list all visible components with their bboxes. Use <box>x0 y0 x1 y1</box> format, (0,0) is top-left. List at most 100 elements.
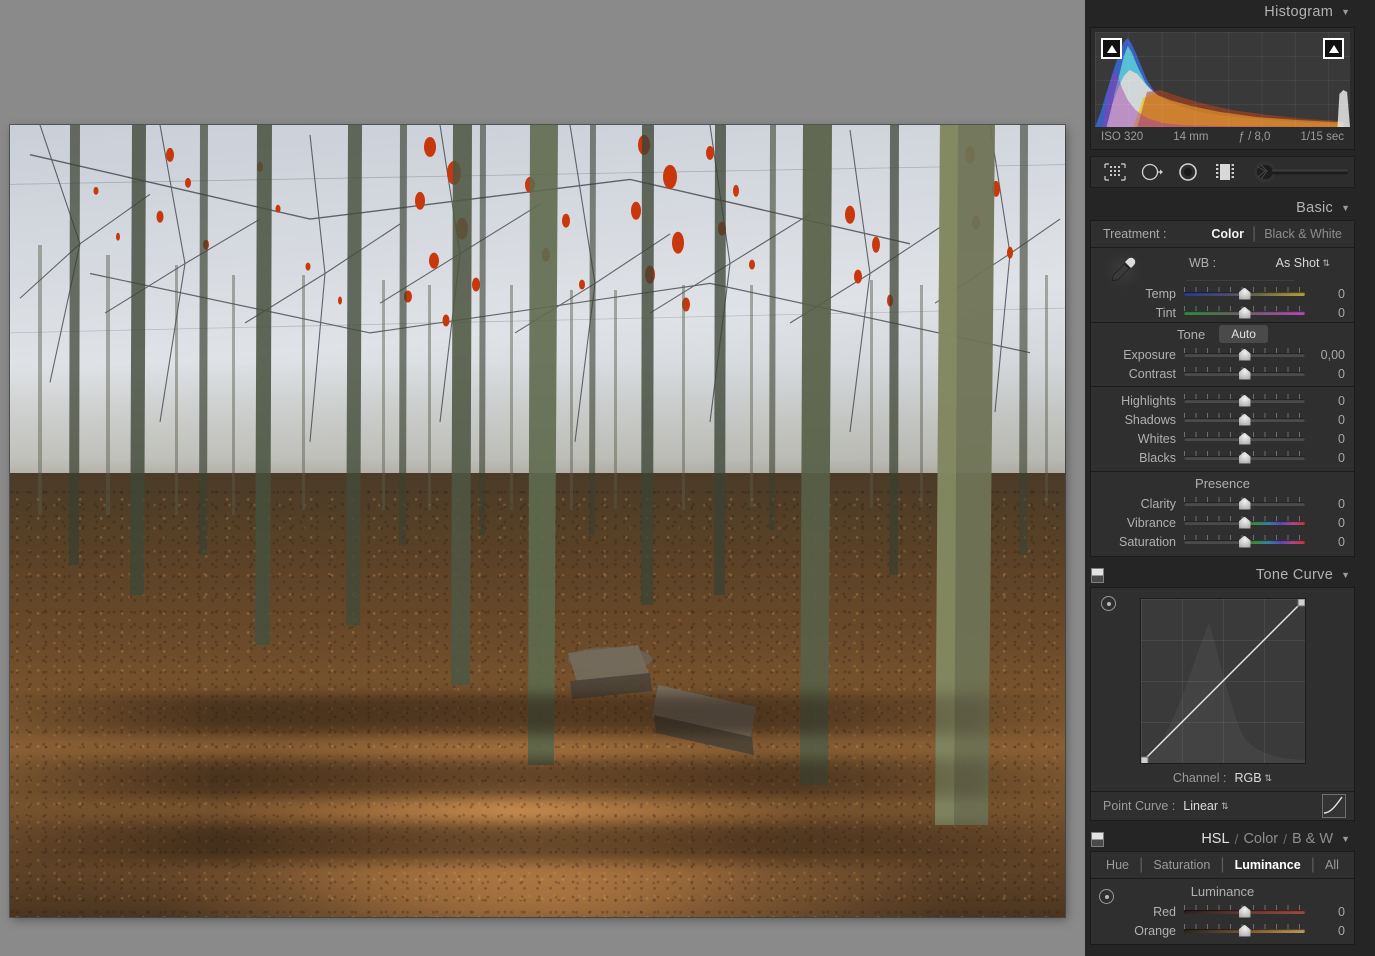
slider-track[interactable] <box>1184 451 1305 465</box>
histogram-graph[interactable] <box>1095 32 1350 127</box>
slider-track[interactable] <box>1184 516 1305 530</box>
tab-luminance[interactable]: Luminance <box>1235 858 1301 872</box>
slider-value[interactable]: 0 <box>1305 287 1354 301</box>
slider-value[interactable]: 0 <box>1305 535 1354 549</box>
hsl-segment-color[interactable]: Color <box>1243 831 1278 847</box>
point-curve-editor-icon[interactable] <box>1322 794 1346 818</box>
trunk-shapes-icon <box>10 125 1065 917</box>
hsl-segment-hsl[interactable]: HSL <box>1201 831 1229 847</box>
histogram-header[interactable]: Histogram ▼ <box>1085 0 1360 24</box>
slider-row-blacks[interactable]: Blacks 0 <box>1091 448 1354 467</box>
tone-curve-header[interactable]: Tone Curve ▼ <box>1085 563 1360 587</box>
slider-row-whites[interactable]: Whites 0 <box>1091 429 1354 448</box>
slider-track[interactable] <box>1184 432 1305 446</box>
tab-hue[interactable]: Hue <box>1106 858 1129 872</box>
auto-tone-button[interactable]: Auto <box>1219 325 1268 343</box>
slider-row-vibrance[interactable]: Vibrance 0 <box>1091 513 1354 532</box>
slider-track[interactable] <box>1184 905 1305 919</box>
point-curve-value[interactable]: Linear⇅ <box>1183 799 1228 813</box>
image-viewer-canvas[interactable] <box>0 0 1085 956</box>
slider-track[interactable] <box>1184 306 1305 320</box>
slider-row-red[interactable]: Red 0 <box>1091 902 1354 921</box>
chevron-down-icon[interactable]: ▼ <box>1341 570 1350 580</box>
slider-label: Contrast <box>1091 367 1184 381</box>
basic-header[interactable]: Basic ▼ <box>1085 196 1360 220</box>
slider-value[interactable]: 0 <box>1305 905 1354 919</box>
adjustment-brush-tool[interactable] <box>1249 161 1354 183</box>
lightroom-develop-window: Histogram ▼ <box>0 0 1375 956</box>
treatment-bw-option[interactable]: Black & White <box>1264 227 1342 241</box>
slider-track[interactable] <box>1184 924 1305 938</box>
target-adjust-icon[interactable] <box>1099 889 1114 904</box>
slider-value[interactable]: 0 <box>1305 367 1354 381</box>
slider-value[interactable]: 0 <box>1305 394 1354 408</box>
wb-value[interactable]: As Shot⇅ <box>1276 256 1330 270</box>
slider-row-exposure[interactable]: Exposure 0,00 <box>1091 345 1354 364</box>
tone-label: Tone <box>1177 327 1205 342</box>
panel-switch-icon[interactable] <box>1091 568 1104 583</box>
slider-value[interactable]: 0 <box>1305 413 1354 427</box>
tab-saturation[interactable]: Saturation <box>1153 858 1210 872</box>
slider-label: Tint <box>1091 306 1184 320</box>
crop-overlay-tool[interactable] <box>1103 161 1128 183</box>
highlight-clipping-triangle[interactable] <box>1323 38 1344 59</box>
tab-separator: | <box>1311 856 1315 874</box>
slider-value[interactable]: 0 <box>1305 924 1354 938</box>
slider-row-tint[interactable]: Tint 0 <box>1091 303 1354 322</box>
slider-track[interactable] <box>1184 287 1305 301</box>
chevron-down-icon[interactable]: ▼ <box>1341 834 1350 844</box>
chevron-down-icon[interactable]: ▼ <box>1341 7 1350 17</box>
slider-row-orange[interactable]: Orange 0 <box>1091 921 1354 940</box>
slider-value[interactable]: 0 <box>1305 432 1354 446</box>
slider-value[interactable]: 0,00 <box>1305 348 1354 362</box>
chevron-down-icon[interactable]: ▼ <box>1341 203 1350 213</box>
tone-curve-graph[interactable] <box>1140 598 1306 764</box>
red-eye-tool[interactable] <box>1176 161 1201 183</box>
histogram-panel[interactable]: ISO 320 14 mm ƒ / 8,0 1/15 sec <box>1090 27 1355 150</box>
wb-label: WB : <box>1189 256 1216 270</box>
panel-body: Histogram ▼ <box>1085 0 1360 956</box>
channel-value-text: RGB <box>1234 771 1261 785</box>
slider-row-clarity[interactable]: Clarity 0 <box>1091 494 1354 513</box>
hsl-segment-bw[interactable]: B & W <box>1292 831 1333 847</box>
slider-track[interactable] <box>1184 348 1305 362</box>
slider-row-shadows[interactable]: Shadows 0 <box>1091 410 1354 429</box>
shadow-clipping-triangle[interactable] <box>1101 38 1122 59</box>
develop-tool-strip[interactable] <box>1090 156 1355 188</box>
treatment-row: Treatment : Color | Black & White <box>1091 221 1354 247</box>
slider-label: Vibrance <box>1091 516 1184 530</box>
slider-track[interactable] <box>1184 394 1305 408</box>
slider-value[interactable]: 0 <box>1305 516 1354 530</box>
channel-spinner-icon: ⇅ <box>1265 773 1273 784</box>
tab-all[interactable]: All <box>1325 858 1339 872</box>
spot-removal-icon <box>1140 162 1164 182</box>
spot-removal-tool[interactable] <box>1140 161 1165 183</box>
graduated-filter-tool[interactable] <box>1213 161 1238 183</box>
slider-track[interactable] <box>1184 535 1305 549</box>
channel-value[interactable]: RGB ⇅ <box>1234 771 1272 785</box>
slider-track[interactable] <box>1184 367 1305 381</box>
white-balance-selector-button[interactable] <box>1103 250 1143 290</box>
slider-track[interactable] <box>1184 413 1305 427</box>
slider-row-highlights[interactable]: Highlights 0 <box>1091 391 1354 410</box>
slider-row-saturation[interactable]: Saturation 0 <box>1091 532 1354 551</box>
slider-value[interactable]: 0 <box>1305 497 1354 511</box>
slider-value[interactable]: 0 <box>1305 306 1354 320</box>
treatment-color-option[interactable]: Color <box>1211 227 1244 241</box>
slider-label: Exposure <box>1091 348 1184 362</box>
hsl-panel-title: Luminance <box>1091 882 1354 902</box>
graduated-filter-icon <box>1213 162 1237 182</box>
white-balance-group: WB : As Shot⇅ Temp 0 Ti <box>1090 248 1355 323</box>
target-adjust-icon[interactable] <box>1101 596 1116 611</box>
panel-switch-icon[interactable] <box>1091 832 1104 847</box>
slider-value[interactable]: 0 <box>1305 451 1354 465</box>
develop-right-panel: Histogram ▼ <box>1085 0 1375 956</box>
photo-frame[interactable] <box>10 125 1065 917</box>
beech-forest-photo[interactable] <box>10 125 1065 917</box>
slider-label: Orange <box>1091 924 1184 938</box>
slider-track[interactable] <box>1184 497 1305 511</box>
hsl-header[interactable]: HSL / Color / B & W ▼ <box>1085 827 1360 851</box>
exif-iso: ISO 320 <box>1101 131 1143 143</box>
point-curve-label: Point Curve : <box>1103 799 1175 813</box>
slider-row-contrast[interactable]: Contrast 0 <box>1091 364 1354 383</box>
